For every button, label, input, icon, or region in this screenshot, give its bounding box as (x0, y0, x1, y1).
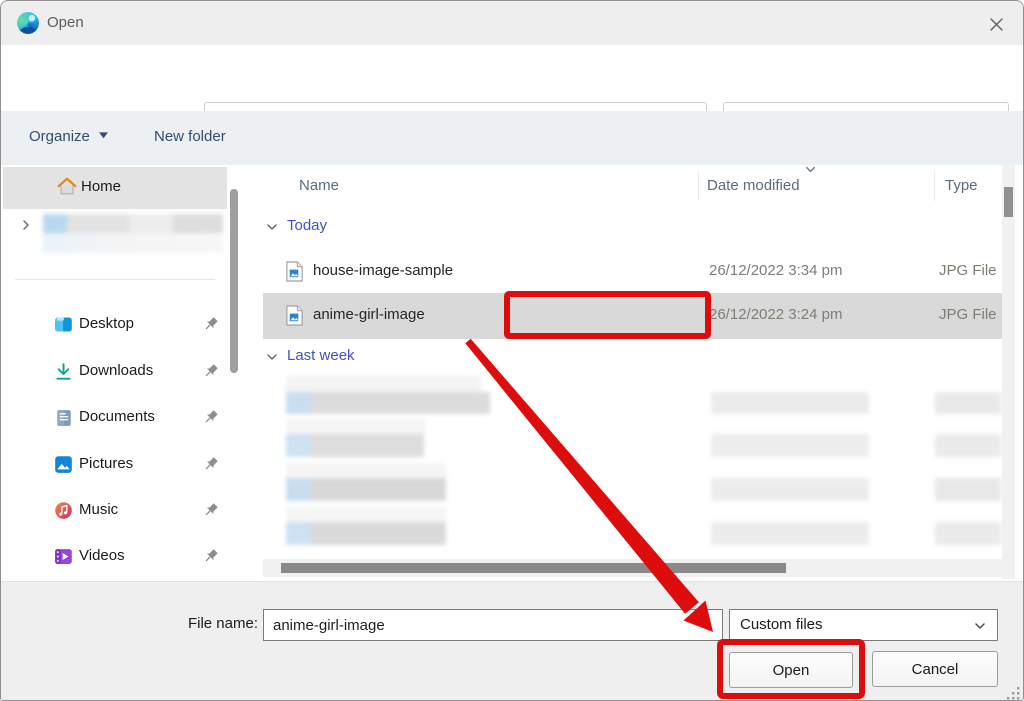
close-button[interactable] (983, 11, 1009, 37)
sidebar-item-label: Documents (79, 408, 155, 425)
window-title: Open (47, 14, 84, 31)
videos-icon (53, 546, 74, 567)
group-collapse-icon (265, 350, 279, 364)
pin-icon (201, 546, 221, 566)
group-label: Last week (287, 347, 355, 364)
horizontal-scrollbar-thumb[interactable] (281, 563, 786, 573)
file-name: house-image-sample (313, 262, 453, 279)
open-button[interactable]: Open (729, 652, 853, 688)
documents-icon (53, 407, 74, 428)
sidebar-item-label: Pictures (79, 455, 133, 472)
expand-chevron-icon[interactable] (19, 218, 33, 232)
jpg-file-icon (285, 261, 304, 282)
column-separator[interactable] (698, 171, 699, 201)
title-bar: Open (1, 1, 1023, 45)
horizontal-scrollbar[interactable] (263, 559, 1002, 577)
pin-icon (201, 407, 221, 427)
group-header-today[interactable]: Today (241, 217, 980, 241)
file-date-modified: 26/12/2022 3:24 pm (709, 306, 842, 323)
edge-logo-icon (17, 12, 39, 34)
dialog-window: Open (0, 0, 1024, 701)
vertical-scrollbar[interactable] (1002, 165, 1015, 579)
sort-chevron-icon (804, 163, 817, 176)
close-icon (989, 17, 1004, 32)
file-type-value: Custom files (740, 616, 823, 633)
music-icon (53, 500, 74, 521)
organize-caret-icon (99, 132, 108, 139)
file-name-input[interactable] (263, 609, 723, 641)
sidebar-item-videos[interactable]: Videos (1, 537, 227, 577)
sidebar: Home (1, 165, 241, 581)
file-date-modified: 26/12/2022 3:34 pm (709, 262, 842, 279)
home-icon (56, 176, 78, 198)
file-type: JPG File (939, 262, 997, 279)
redacted-sidebar-item (43, 214, 223, 253)
vertical-scrollbar-thumb[interactable] (1004, 187, 1013, 217)
sidebar-scrollbar[interactable] (230, 189, 238, 373)
file-row-anime-girl-image[interactable]: anime-girl-image 26/12/2022 3:24 pm JPG … (263, 293, 1002, 339)
new-folder-label: New folder (154, 128, 226, 145)
group-collapse-icon (265, 220, 279, 234)
dialog-footer: File name: Custom files Open Cancel (1, 581, 1023, 701)
organize-label: Organize (29, 128, 90, 145)
desktop-icon (53, 314, 74, 335)
downloads-icon (53, 361, 74, 382)
sidebar-item-pictures[interactable]: Pictures (1, 445, 227, 485)
file-list: Name Date modified Type Today house-imag… (241, 165, 1015, 581)
group-label: Today (287, 217, 327, 234)
pictures-icon (53, 454, 74, 475)
jpg-file-icon (285, 305, 304, 326)
group-header-last-week[interactable]: Last week (241, 347, 980, 371)
sidebar-item-label: Videos (79, 547, 125, 564)
sidebar-divider (15, 279, 215, 280)
command-bar: Organize New folder ? (1, 111, 1023, 165)
sidebar-item-documents[interactable]: Documents (1, 398, 227, 438)
open-file-dialog: Open (0, 0, 1024, 701)
sidebar-item-label: Home (81, 178, 121, 195)
sidebar-item-downloads[interactable]: Downloads (1, 352, 227, 392)
column-header-type[interactable]: Type (945, 177, 978, 194)
sidebar-item-desktop[interactable]: Desktop (1, 305, 227, 345)
pin-icon (201, 500, 221, 520)
sidebar-item-music[interactable]: Music (1, 491, 227, 531)
file-type-select[interactable]: Custom files (729, 609, 998, 641)
file-type: JPG File (939, 306, 997, 323)
column-header-date-modified[interactable]: Date modified (707, 177, 800, 194)
sidebar-item-label: Desktop (79, 315, 134, 332)
column-separator[interactable] (934, 171, 935, 201)
pin-icon (201, 314, 221, 334)
cancel-button[interactable]: Cancel (872, 651, 998, 687)
pin-icon (201, 454, 221, 474)
sidebar-item-home[interactable]: Home (3, 167, 227, 209)
sidebar-item-label: Music (79, 501, 118, 518)
navigation-bar: Downloads (1, 45, 1023, 111)
new-folder-button[interactable]: New folder (154, 128, 226, 145)
file-name: anime-girl-image (313, 306, 425, 323)
organize-menu[interactable]: Organize (29, 128, 108, 145)
select-chevron-icon (973, 619, 987, 633)
column-header-name[interactable]: Name (299, 177, 339, 194)
pin-icon (201, 361, 221, 381)
main-area: Home (1, 165, 1023, 581)
file-name-label: File name: (161, 615, 258, 632)
resize-grip[interactable] (1005, 685, 1021, 701)
file-row-house-image-sample[interactable]: house-image-sample 26/12/2022 3:34 pm JP… (263, 253, 1002, 291)
sidebar-item-label: Downloads (79, 362, 153, 379)
